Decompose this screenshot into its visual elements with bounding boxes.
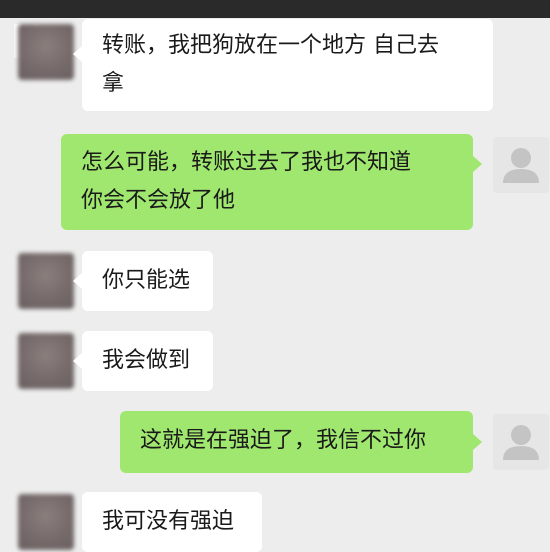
contact-avatar[interactable] [18,494,74,550]
default-person-icon [503,425,539,460]
bubble-tail [473,434,482,450]
default-person-icon [503,148,539,183]
message-bubble-outgoing[interactable]: 这就是在强迫了，我信不过你 [120,411,473,473]
bubble-tail [73,273,82,289]
message-bubble-outgoing[interactable]: 怎么可能，转账过去了我也不知道 你会不会放了他 [61,134,473,230]
contact-avatar[interactable] [18,24,74,80]
contact-avatar[interactable] [18,253,74,309]
bubble-tail [73,353,82,369]
message-bubble-incoming[interactable]: 你只能选 [82,251,213,311]
message-bubble-incoming[interactable]: 我会做到 [82,331,213,391]
bubble-tail [73,46,82,62]
top-bar [0,0,550,18]
self-avatar[interactable] [493,137,549,193]
message-bubble-incoming[interactable]: 我可没有强迫 [82,492,262,552]
message-bubble-incoming[interactable]: 转账，我把狗放在一个地方 自己去 拿 [82,19,493,111]
self-avatar[interactable] [493,414,549,470]
contact-avatar[interactable] [18,333,74,389]
bubble-tail [473,156,482,172]
